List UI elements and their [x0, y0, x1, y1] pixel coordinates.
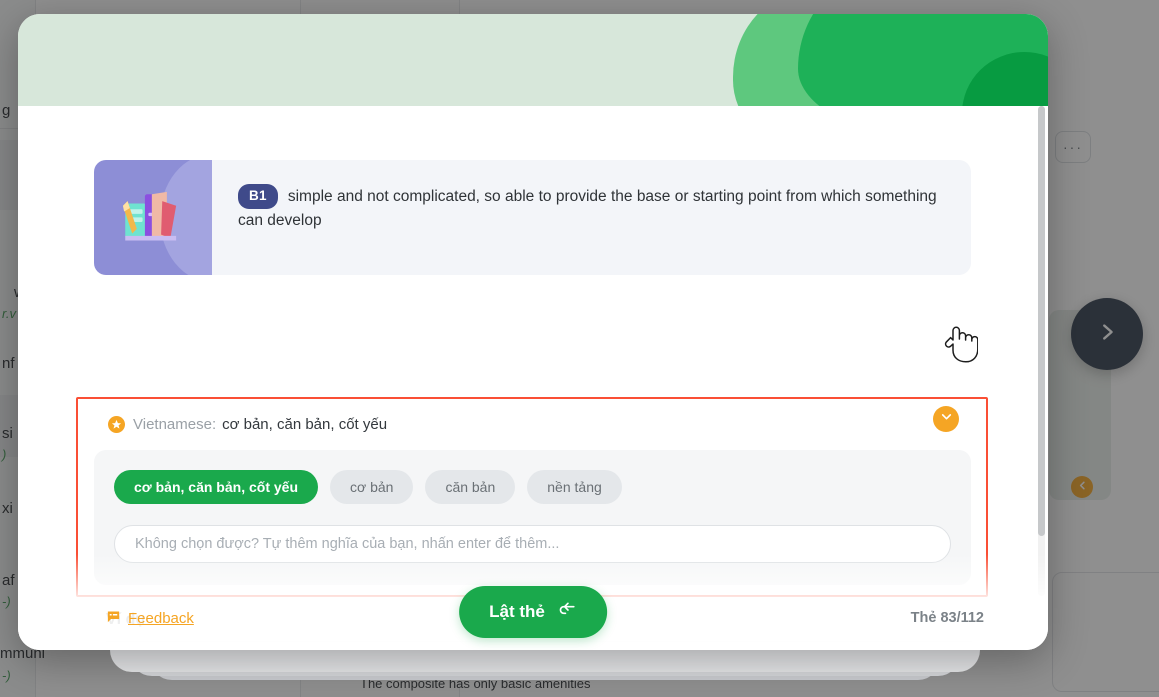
meaning-chip[interactable]: nền tảng	[527, 470, 622, 504]
star-icon	[108, 415, 125, 433]
feedback-icon	[106, 609, 121, 628]
modal-body: B1 simple and not complicated, so able to…	[18, 106, 1048, 650]
screen: g w r.v nf si ) xi af -) mmuni -) The co…	[0, 0, 1159, 697]
card-counter: Thẻ 83/112	[910, 610, 984, 626]
definition-text: B1 simple and not complicated, so able to…	[212, 160, 971, 275]
feedback-link[interactable]: Feedback	[106, 609, 194, 628]
meaning-chip-list: cơ bản, căn bản, cốt yếu cơ bản căn bản …	[114, 470, 951, 504]
definition-illustration	[94, 160, 212, 275]
modal-scrollbar-thumb[interactable]	[1038, 106, 1045, 536]
vietnamese-header: Vietnamese: cơ bản, căn bản, cốt yếu	[94, 402, 971, 446]
definition-card: B1 simple and not complicated, so able to…	[94, 160, 971, 275]
vietnamese-options-panel: cơ bản, căn bản, cốt yếu cơ bản căn bản …	[94, 450, 971, 585]
rotate-arrow-icon	[557, 600, 577, 625]
vietnamese-section: Vietnamese: cơ bản, căn bản, cốt yếu cơ …	[94, 402, 971, 585]
feedback-label: Feedback	[128, 610, 194, 627]
modal-header-banner	[18, 14, 1048, 106]
vietnamese-label: Vietnamese:	[133, 415, 217, 433]
vietnamese-collapse-toggle[interactable]	[933, 406, 959, 432]
books-icon	[116, 178, 190, 257]
meaning-chip[interactable]: căn bản	[425, 470, 516, 504]
definition-body: simple and not complicated, so able to p…	[238, 188, 937, 230]
modal-footer: Feedback Lật thẻ Thẻ 83/112	[18, 584, 1048, 650]
vietnamese-value: cơ bản, căn bản, cốt yếu	[222, 415, 388, 433]
custom-meaning-input[interactable]	[114, 525, 951, 563]
chevron-down-icon	[940, 410, 953, 428]
flip-card-button[interactable]: Lật thẻ	[459, 586, 607, 638]
flip-label: Lật thẻ	[489, 602, 545, 621]
meaning-chip[interactable]: cơ bản	[330, 470, 414, 504]
flashcard-modal: B1 simple and not complicated, so able to…	[18, 14, 1048, 650]
meaning-chip[interactable]: cơ bản, căn bản, cốt yếu	[114, 470, 318, 504]
cefr-level-badge: B1	[238, 184, 278, 209]
